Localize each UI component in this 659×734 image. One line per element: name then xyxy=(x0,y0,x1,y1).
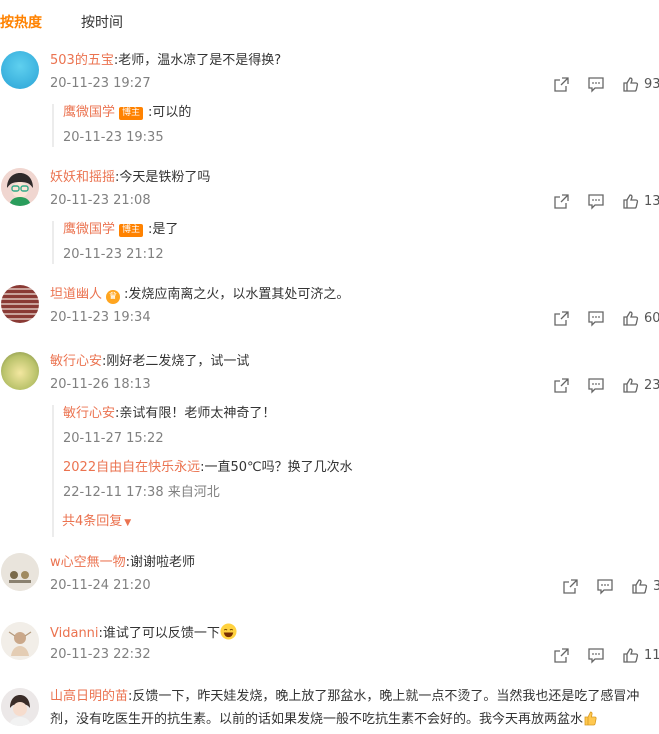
reply-time: 20-11-23 21:12 xyxy=(63,247,164,262)
like-count: 23 xyxy=(644,378,659,393)
reply-time: 20-11-23 19:35 xyxy=(63,130,164,145)
avatar[interactable] xyxy=(1,352,39,390)
comment-body: :谢谢啦老师 xyxy=(125,555,196,570)
comment-body: :老师，温水凉了是不是得换? xyxy=(113,53,282,68)
reply-body: :是了 xyxy=(148,222,179,237)
comment-actions: 93 xyxy=(551,76,659,94)
like-icon[interactable] xyxy=(622,76,642,94)
comment-body: :刚好老二发烧了，试一试 xyxy=(102,354,250,369)
comment-time: 20-11-23 22:32 xyxy=(50,647,151,662)
more-replies-link[interactable]: 共4条回复 ▼ xyxy=(62,513,131,532)
comment-icon[interactable] xyxy=(587,193,607,211)
username[interactable]: 坦道幽人 xyxy=(50,287,102,302)
comment-icon[interactable] xyxy=(587,647,607,665)
share-icon[interactable] xyxy=(553,76,573,94)
reply-time: 22-12-11 17:38 来自河北 xyxy=(63,485,220,500)
comment-text: 敏行心安:刚好老二发烧了，试一试 xyxy=(50,353,650,371)
caret-down-icon: ▼ xyxy=(124,518,132,528)
comment-time: 20-11-23 19:34 xyxy=(50,310,151,325)
reply-body: :亲试有限！老师太神奇了！ xyxy=(115,406,276,421)
comment-icon[interactable] xyxy=(596,578,616,596)
comment-body: :发烧应南离之火，以水置其处可济之。 xyxy=(124,287,350,302)
more-replies-label: 共4条回复 xyxy=(62,514,123,529)
reply-body: :一直50℃吗？换了几次水 xyxy=(200,460,353,475)
sort-tabs: 按热度 按时间 xyxy=(0,0,659,46)
comment-time: 20-11-23 19:27 xyxy=(50,76,151,91)
username[interactable]: 妖妖和摇摇 xyxy=(50,170,115,185)
reply-item: 鹰微国学 博主 :是了 20-11-23 21:12 xyxy=(52,221,178,264)
reply-text: 敏行心安:亲试有限！老师太神奇了！ xyxy=(63,405,275,423)
comment-actions: 3 xyxy=(560,578,659,596)
avatar[interactable] xyxy=(1,688,39,726)
comment-time: 20-11-24 21:20 xyxy=(50,578,151,593)
reply-username[interactable]: 鹰微国学 xyxy=(63,222,115,237)
username[interactable]: 敏行心安 xyxy=(50,354,102,369)
comment-text: 503的五宝:老师，温水凉了是不是得换? xyxy=(50,52,650,70)
like-icon[interactable] xyxy=(622,647,642,665)
comment-time: 20-11-23 21:08 xyxy=(50,193,151,208)
tab-hot[interactable]: 按热度 xyxy=(0,14,42,32)
reply-username[interactable]: 敏行心安 xyxy=(63,406,115,421)
like-icon[interactable] xyxy=(622,377,642,395)
avatar[interactable] xyxy=(1,553,39,591)
share-icon[interactable] xyxy=(553,193,573,211)
reply-text: 2022自由自在快乐永远:一直50℃吗？换了几次水 xyxy=(63,459,353,477)
like-count: 3 xyxy=(653,579,659,594)
comment-text: 妖妖和摇摇:今天是铁粉了吗 xyxy=(50,169,650,187)
tab-time[interactable]: 按时间 xyxy=(81,14,123,32)
username[interactable]: 山高日明的苗 xyxy=(50,689,128,704)
username[interactable]: Vidanni xyxy=(50,626,99,641)
reply-username[interactable]: 鹰微国学 xyxy=(63,105,115,120)
like-count: 60 xyxy=(644,311,659,326)
username[interactable]: w心空無一物 xyxy=(50,555,126,570)
comment-actions: 23 xyxy=(551,377,659,395)
comment-icon[interactable] xyxy=(587,377,607,395)
thumbs-up-emoji-icon xyxy=(583,710,597,726)
like-count: 13 xyxy=(644,194,659,209)
like-icon[interactable] xyxy=(631,578,651,596)
comment-icon[interactable] xyxy=(587,76,607,94)
comment-text: 坦道幽人 ♛:发烧应南离之火，以水置其处可济之。 xyxy=(50,286,650,304)
reply-body: :可以的 xyxy=(148,105,192,120)
reply-text: 鹰微国学 博主 :是了 xyxy=(63,221,178,239)
like-count: 93 xyxy=(644,77,659,92)
comment-body: :反馈一下，昨天娃发烧，晚上放了那盆水，晚上就一点不烫了。当然我也还是吃了感冒冲… xyxy=(50,689,640,727)
comment-text: w心空無一物:谢谢啦老师 xyxy=(50,554,650,572)
author-badge: 博主 xyxy=(119,107,144,120)
username[interactable]: 503的五宝 xyxy=(50,53,114,68)
like-count: 11 xyxy=(644,648,659,663)
comment-time: 20-11-26 18:13 xyxy=(50,377,151,392)
comment-body: :谁试了可以反馈一下 xyxy=(98,626,220,641)
avatar[interactable] xyxy=(1,285,39,323)
comment-text: 山高日明的苗:反馈一下，昨天娃发烧，晚上放了那盆水，晚上就一点不烫了。当然我也还… xyxy=(50,685,650,731)
like-icon[interactable] xyxy=(622,310,642,328)
comment-text: Vidanni:谁试了可以反馈一下 xyxy=(50,623,650,643)
comment-actions: 11 xyxy=(551,647,659,665)
share-icon[interactable] xyxy=(562,578,582,596)
author-badge: 博主 xyxy=(119,224,144,237)
reply-time: 20-11-27 15:22 xyxy=(63,431,164,446)
comment-actions: 60 xyxy=(551,310,659,328)
avatar[interactable] xyxy=(1,622,39,660)
reply-text: 鹰微国学 博主 :可以的 xyxy=(63,104,191,122)
reply-username[interactable]: 2022自由自在快乐永远 xyxy=(63,460,200,475)
share-icon[interactable] xyxy=(553,310,573,328)
avatar[interactable] xyxy=(1,51,39,89)
comment-icon[interactable] xyxy=(587,310,607,328)
vip-icon: ♛ xyxy=(106,290,121,304)
share-icon[interactable] xyxy=(553,377,573,395)
reply-item: 鹰微国学 博主 :可以的 20-11-23 19:35 xyxy=(52,104,191,147)
avatar[interactable] xyxy=(1,168,39,206)
like-icon[interactable] xyxy=(622,193,642,211)
comment-actions: 13 xyxy=(551,193,659,211)
share-icon[interactable] xyxy=(553,647,573,665)
comment-body: :今天是铁粉了吗 xyxy=(115,170,211,185)
laughing-emoji-icon xyxy=(220,623,237,640)
